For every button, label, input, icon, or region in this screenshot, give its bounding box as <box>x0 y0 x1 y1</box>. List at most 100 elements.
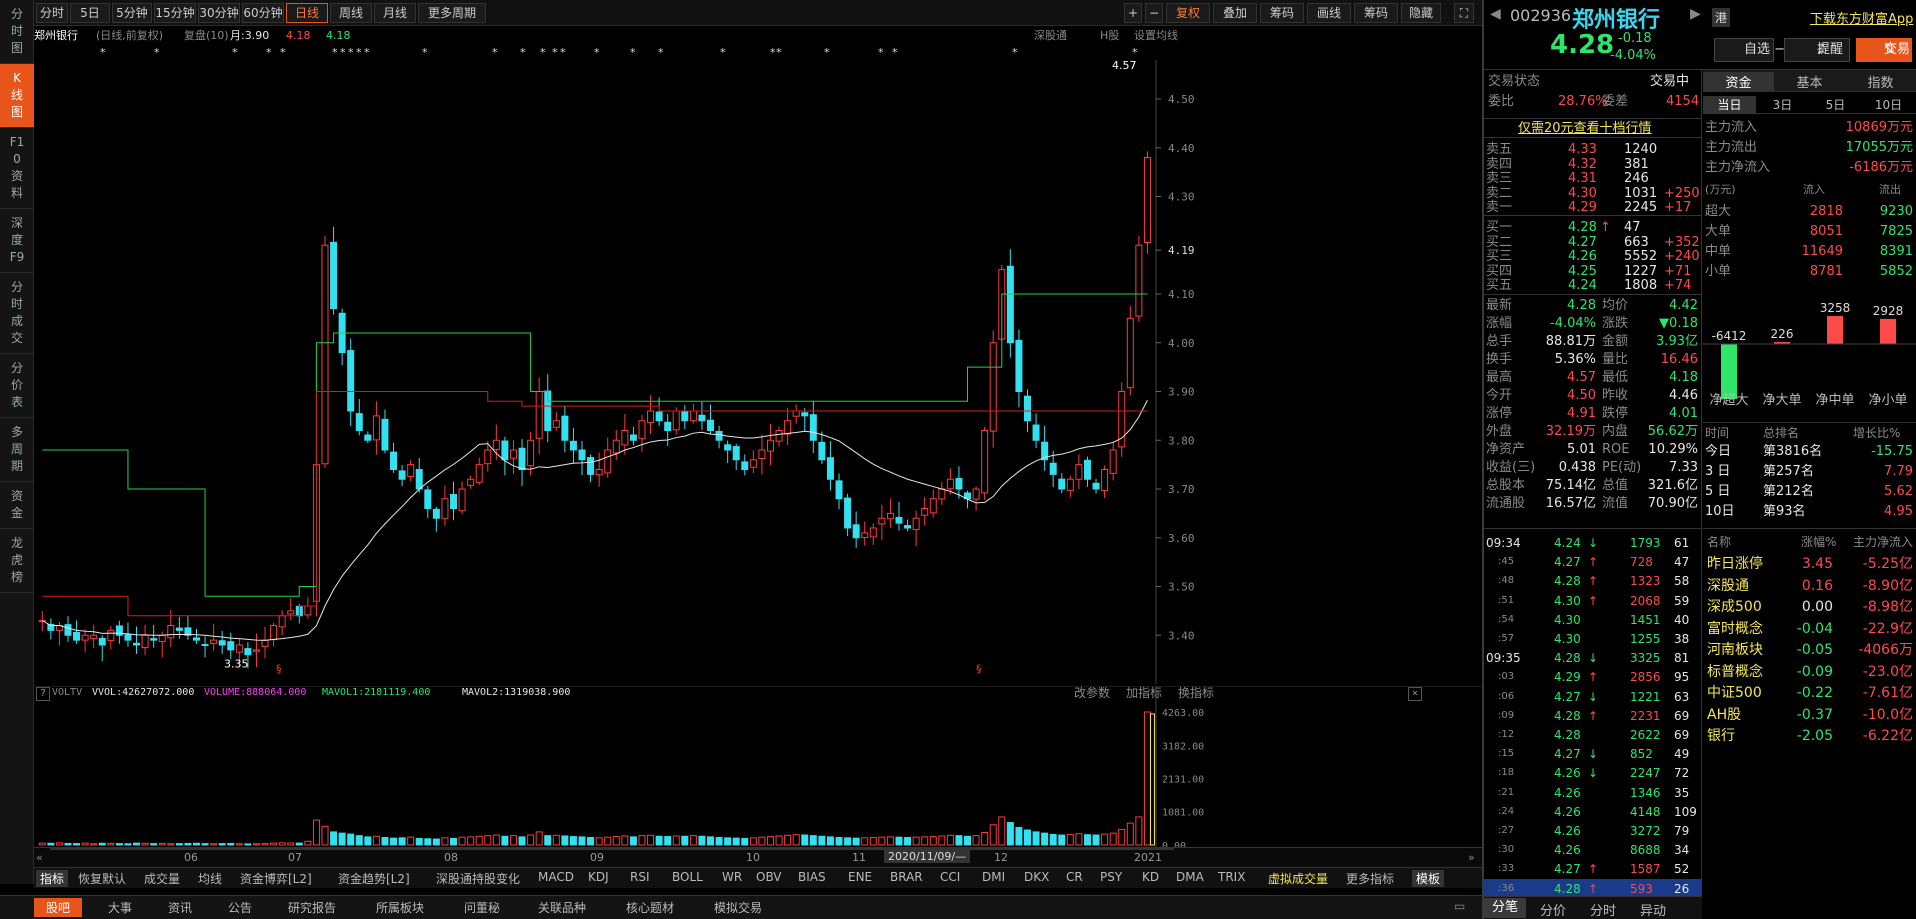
tick-tab-3[interactable]: 异动 <box>1640 900 1666 919</box>
bottom-tab-4[interactable]: 研究报告 <box>288 899 336 916</box>
help-icon[interactable]: ? <box>36 687 51 701</box>
next-stock-icon[interactable]: ▶ <box>1690 6 1701 22</box>
bottom-tab-5[interactable]: 所属板块 <box>376 899 424 916</box>
event-marker[interactable]: * <box>1132 46 1138 60</box>
indicator-tab-9[interactable]: RSI <box>630 870 650 884</box>
indicator-tab-25[interactable]: 更多指标 <box>1346 870 1394 887</box>
sector-row[interactable]: 中证500 -0.22 -7.61亿 <box>1703 682 1916 704</box>
bottom-tab-0[interactable]: 股吧 <box>34 898 83 917</box>
trade-ticks[interactable]: 09:34 4.24 1793 61 ↓:45 4.27 728 47 ↑:48 4.28 1323… <box>1484 528 1702 899</box>
sector-row[interactable]: AH股 -0.37 -10.0亿 <box>1703 704 1916 726</box>
period-button-8[interactable]: 月线 <box>374 3 416 23</box>
indicator-tab-24[interactable]: 虚拟成交量 <box>1268 870 1328 887</box>
event-marker[interactable]: * <box>280 46 286 60</box>
event-marker[interactable]: * <box>520 46 526 60</box>
indicator-tab-17[interactable]: DMI <box>982 870 1005 884</box>
period-button-3[interactable]: 15分钟 <box>154 3 196 23</box>
indicator-tab-14[interactable]: ENE <box>848 870 872 884</box>
event-marker[interactable]: * <box>348 46 354 60</box>
event-marker[interactable]: * <box>332 46 338 60</box>
event-marker[interactable]: * <box>878 46 884 60</box>
sector-row[interactable]: 深股通 0.16 -8.90亿 <box>1703 575 1916 597</box>
indicator-tab-1[interactable]: 恢复默认 <box>78 870 126 887</box>
period-button-6[interactable]: 日线 <box>286 3 328 23</box>
sector-row[interactable]: 银行 -2.05 -6.22亿 <box>1703 725 1916 747</box>
flow-tab-1[interactable]: 基本 <box>1774 72 1845 91</box>
indicator-tab-21[interactable]: KD <box>1142 870 1159 884</box>
period-button-9[interactable]: 更多周期 <box>418 3 486 23</box>
bottom-tab-9[interactable]: 模拟交易 <box>714 899 762 916</box>
left-nav-item-4[interactable]: 分时成交 <box>0 273 34 354</box>
chart-link-0[interactable]: 深股通 <box>1034 26 1067 46</box>
dividend-marker[interactable]: § <box>276 663 282 676</box>
indicator-tab-2[interactable]: 成交量 <box>144 870 180 887</box>
event-marker[interactable]: * <box>540 46 546 60</box>
tool-button-5[interactable]: 画线 <box>1307 3 1351 23</box>
kline-chart[interactable]: 4.50 4.40 4.30 4.19 4.10 4.00 3.90 3.80 3.70 3.60… <box>34 60 1482 684</box>
indicator-tab-3[interactable]: 均线 <box>198 870 222 887</box>
tick-tab-1[interactable]: 分价 <box>1540 900 1566 919</box>
event-marker[interactable]: * <box>560 46 566 60</box>
sector-row[interactable]: 昨日涨停 3.45 -5.25亿 <box>1703 553 1916 575</box>
event-marker[interactable]: * <box>552 46 558 60</box>
indicator-tab-7[interactable]: MACD <box>538 870 574 884</box>
flow-day-0[interactable]: 当日 <box>1703 96 1756 113</box>
left-nav-item-0[interactable]: 分时图 <box>0 0 34 64</box>
event-marker[interactable]: * <box>422 46 428 60</box>
indicator-tab-11[interactable]: WR <box>722 870 742 884</box>
left-nav-item-1[interactable]: K线图 <box>0 64 34 128</box>
event-marker[interactable]: * <box>630 46 636 60</box>
chart-link-1[interactable]: H股 <box>1100 26 1119 46</box>
event-marker[interactable]: * <box>356 46 362 60</box>
indicator-tab-12[interactable]: OBV <box>756 870 782 884</box>
sector-row[interactable]: 河南板块 -0.05 -4066万 <box>1703 639 1916 661</box>
period-button-0[interactable]: 分时 <box>36 3 68 23</box>
fullscreen-icon[interactable]: ⛶ <box>1454 3 1474 23</box>
indicator-tab-23[interactable]: TRIX <box>1218 870 1245 884</box>
flow-tab-0[interactable]: 资金 <box>1703 72 1774 91</box>
chart-link-2[interactable]: 设置均线 <box>1134 26 1178 46</box>
tool-button-1[interactable]: − <box>1145 3 1163 23</box>
event-marker[interactable]: * <box>154 46 160 60</box>
bottom-tab-2[interactable]: 资讯 <box>168 899 192 916</box>
tool-button-2[interactable]: 复权 <box>1166 3 1210 23</box>
left-nav-item-8[interactable]: 龙虎榜 <box>0 529 34 593</box>
event-marker[interactable]: * <box>364 46 370 60</box>
tool-button-6[interactable]: 筹码 <box>1354 3 1398 23</box>
scroll-slider[interactable] <box>50 848 1174 850</box>
event-marker[interactable]: * <box>340 46 346 60</box>
event-marker[interactable]: * <box>232 46 238 60</box>
dividend-marker[interactable]: § <box>976 663 982 676</box>
event-marker[interactable]: * <box>658 46 664 60</box>
download-app-link[interactable]: 下载东方财富App <box>1810 8 1913 27</box>
close-icon[interactable]: × <box>1408 687 1423 701</box>
sector-row[interactable]: 富时概念 -0.04 -22.9亿 <box>1703 618 1916 640</box>
event-marker[interactable]: * <box>266 46 272 60</box>
sector-row[interactable]: 深成500 0.00 -8.98亿 <box>1703 596 1916 618</box>
add-indicator-button[interactable]: 加指标 <box>1126 684 1162 702</box>
left-nav-item-3[interactable]: 深度F9 <box>0 209 34 273</box>
event-marker[interactable]: * <box>492 46 498 60</box>
indicator-tab-4[interactable]: 资金博弈[L2] <box>240 870 312 887</box>
period-button-2[interactable]: 5分钟 <box>112 3 152 23</box>
indicator-tab-13[interactable]: BIAS <box>798 870 826 884</box>
period-button-7[interactable]: 周线 <box>330 3 372 23</box>
left-nav-item-6[interactable]: 多周期 <box>0 418 34 482</box>
tick-tab-0[interactable]: 分笔 <box>1484 898 1527 918</box>
tick-tab-2[interactable]: 分时 <box>1590 900 1616 919</box>
tool-button-7[interactable]: 隐藏 <box>1401 3 1441 23</box>
indicator-tab-5[interactable]: 资金趋势[L2] <box>338 870 410 887</box>
bottom-tab-6[interactable]: 问董秘 <box>464 899 500 916</box>
period-button-4[interactable]: 30分钟 <box>198 3 240 23</box>
tool-button-0[interactable]: + <box>1124 3 1142 23</box>
indicator-tab-0[interactable]: 指标 <box>36 870 69 887</box>
indicator-tab-15[interactable]: BRAR <box>890 870 923 884</box>
indicator-tab-19[interactable]: CR <box>1066 870 1083 884</box>
prev-stock-icon[interactable]: ◀ <box>1490 6 1501 22</box>
indicator-tab-8[interactable]: KDJ <box>588 870 609 884</box>
period-button-5[interactable]: 60分钟 <box>242 3 284 23</box>
left-nav-item-7[interactable]: 资金 <box>0 482 34 529</box>
period-button-1[interactable]: 5日 <box>70 3 110 23</box>
scroll-left-icon[interactable]: « <box>36 851 43 864</box>
watchlist-button[interactable]: 自选 − <box>1714 38 1785 62</box>
